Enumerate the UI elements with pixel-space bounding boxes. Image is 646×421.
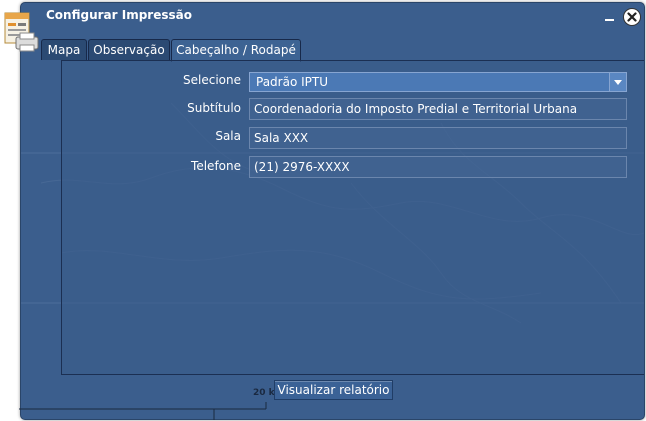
minimize-icon[interactable]: [604, 12, 616, 22]
tab-observacao[interactable]: Observação: [88, 39, 170, 60]
template-select[interactable]: Padrão IPTU: [249, 72, 627, 92]
dialog-title: Configurar Impressão: [46, 8, 192, 22]
chevron-down-icon[interactable]: [609, 73, 626, 91]
print-config-dialog: Configurar Impressão Mapa Observação Cab…: [20, 2, 645, 420]
telefone-label: Telefone: [191, 159, 241, 173]
tab-mapa[interactable]: Mapa: [41, 39, 87, 60]
close-icon[interactable]: [623, 8, 641, 26]
selecione-label: Selecione: [183, 73, 241, 87]
subtitle-field[interactable]: Coordenadoria do Imposto Predial e Terri…: [249, 98, 627, 120]
tab-cabecalho-rodape[interactable]: Cabeçalho / Rodapé: [171, 39, 301, 62]
map-scale-bar: [19, 402, 267, 420]
room-field[interactable]: Sala XXX: [249, 127, 627, 149]
sala-label: Sala: [215, 129, 241, 143]
print-app-icon: [4, 12, 39, 52]
subtitulo-label: Subtítulo: [187, 101, 241, 115]
phone-field[interactable]: (21) 2976-XXXX: [249, 156, 627, 178]
header-footer-panel: Selecione Padrão IPTU Subtítulo Coordena…: [61, 60, 644, 375]
map-scale-label: 20 k: [253, 388, 275, 398]
template-select-value: Padrão IPTU: [256, 75, 328, 89]
preview-report-button[interactable]: Visualizar relatório: [274, 380, 393, 400]
